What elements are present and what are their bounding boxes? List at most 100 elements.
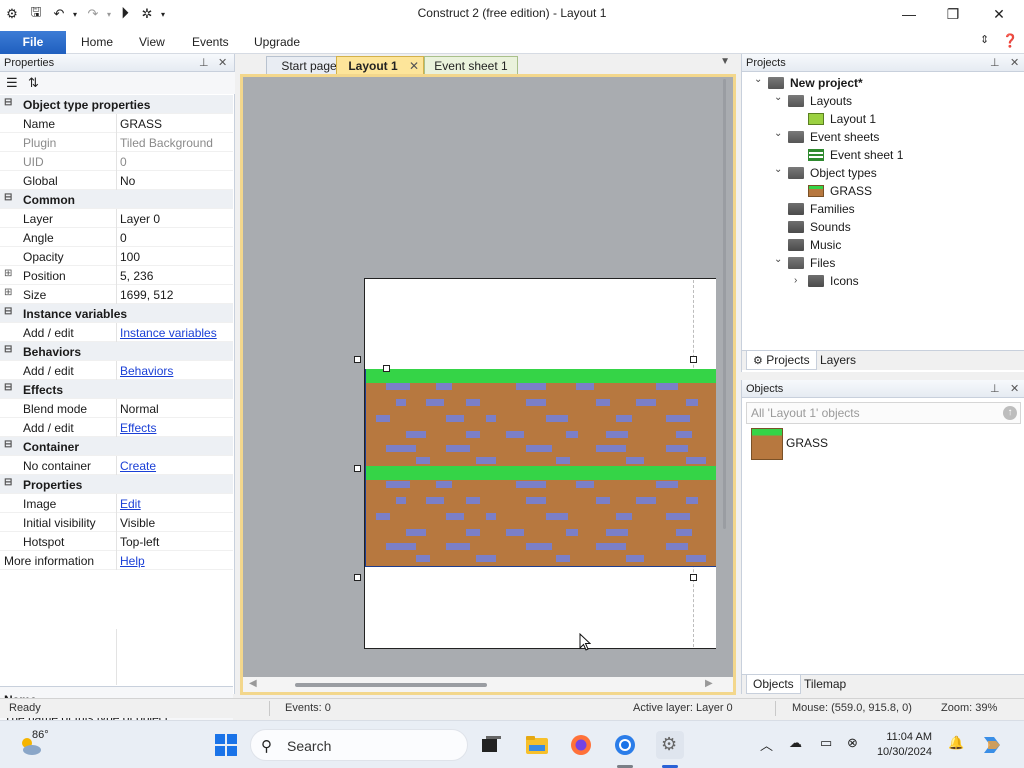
collapse-icon[interactable]: ⊟ xyxy=(4,439,14,450)
property-value[interactable]: Tiled Background xyxy=(120,136,213,150)
resize-handle[interactable] xyxy=(354,356,361,363)
sort-alpha-icon[interactable]: ⇅ xyxy=(28,75,39,91)
property-row[interactable]: Add / edit Effects xyxy=(0,418,233,437)
property-value[interactable]: Visible xyxy=(120,516,155,530)
tabs-dropdown-icon[interactable]: ▼ xyxy=(720,56,730,67)
property-category[interactable]: ⊟ Container xyxy=(0,437,233,456)
property-link[interactable]: Help xyxy=(120,554,145,568)
property-row[interactable]: Name GRASS xyxy=(0,114,233,133)
close-panel-icon[interactable]: ✕ xyxy=(1010,380,1019,398)
close-panel-icon[interactable]: ✕ xyxy=(1010,54,1019,72)
tab-events[interactable]: Events xyxy=(192,31,229,54)
property-row[interactable]: Global No xyxy=(0,171,233,190)
property-category[interactable]: ⊟ Common xyxy=(0,190,233,209)
tree-item[interactable]: Sounds xyxy=(742,218,1023,236)
vertical-scrollbar[interactable] xyxy=(723,79,729,529)
pin-icon[interactable]: ⊥ xyxy=(199,54,209,72)
tree-item[interactable]: Music xyxy=(742,236,1023,254)
property-value[interactable]: 1699, 512 xyxy=(120,288,173,302)
property-link[interactable]: Edit xyxy=(120,497,141,511)
property-category[interactable]: ⊟ Object type properties xyxy=(0,95,233,114)
property-value[interactable]: Layer 0 xyxy=(120,212,160,226)
collapse-icon[interactable]: ⊟ xyxy=(4,306,14,317)
property-value[interactable]: Top-left xyxy=(120,535,159,549)
property-value[interactable]: No xyxy=(120,174,135,188)
minimize-button[interactable]: — xyxy=(886,0,932,28)
show-hidden-icons-chevron-icon[interactable]: ︿ xyxy=(760,735,773,754)
property-row[interactable]: No container Create xyxy=(0,456,233,475)
expand-icon[interactable]: ⊞ xyxy=(4,268,14,279)
notifications-bell-icon[interactable]: 🔔 xyxy=(948,735,964,751)
help-icon[interactable]: ❓ xyxy=(1002,33,1018,49)
property-row[interactable]: ⊞ Size 1699, 512 xyxy=(0,285,233,304)
property-link[interactable]: Effects xyxy=(120,421,156,435)
taskbar-search[interactable]: ⚲ Search xyxy=(250,729,468,761)
categorized-icon[interactable]: ☰ xyxy=(6,75,18,91)
resize-handle[interactable] xyxy=(690,356,697,363)
property-value[interactable]: 5, 236 xyxy=(120,269,153,283)
copilot-icon[interactable] xyxy=(980,733,1004,757)
property-row[interactable]: Add / edit Behaviors xyxy=(0,361,233,380)
expand-arrow-icon[interactable]: › xyxy=(794,272,797,290)
property-value[interactable]: 100 xyxy=(120,250,140,264)
grass-tiled-background[interactable] xyxy=(365,369,716,567)
file-tab[interactable]: File xyxy=(0,31,66,54)
objects-filter-input[interactable]: All 'Layout 1' objects ↑ xyxy=(746,402,1021,424)
pin-icon[interactable]: ⊥ xyxy=(990,54,1000,72)
property-value[interactable]: 0 xyxy=(120,155,127,169)
tree-item[interactable]: Event sheet 1 xyxy=(742,146,1023,164)
tree-item[interactable]: ⌄ Event sheets xyxy=(742,128,1023,146)
tree-item[interactable]: ⌄ New project* xyxy=(742,74,1023,92)
collapse-icon[interactable]: ⊟ xyxy=(4,382,14,393)
property-category[interactable]: ⊟ Effects xyxy=(0,380,233,399)
close-panel-icon[interactable]: ✕ xyxy=(218,54,227,72)
property-category[interactable]: ⊟ Properties xyxy=(0,475,233,494)
property-value[interactable]: 0 xyxy=(120,231,127,245)
scroll-left-icon[interactable]: ◀ xyxy=(249,678,257,689)
weather-widget[interactable]: 86° xyxy=(18,729,58,761)
scroll-thumb[interactable] xyxy=(295,683,487,687)
property-row[interactable]: Layer Layer 0 xyxy=(0,209,233,228)
tree-item[interactable]: Families xyxy=(742,200,1023,218)
layout-canvas[interactable]: ◀ ▶ xyxy=(243,77,733,692)
resize-handle[interactable] xyxy=(354,465,361,472)
scroll-right-icon[interactable]: ▶ xyxy=(705,678,713,689)
windows-start-icon[interactable] xyxy=(214,733,238,757)
expand-icon[interactable]: ⊞ xyxy=(4,287,14,298)
collapse-icon[interactable]: ⊟ xyxy=(4,477,14,488)
network-icon[interactable]: ⊗ xyxy=(847,735,858,751)
property-category[interactable]: ⊟ Instance variables xyxy=(0,304,233,323)
clock[interactable]: 11:04 AM 10/30/2024 xyxy=(868,730,932,760)
property-row[interactable]: ⊞ Position 5, 236 xyxy=(0,266,233,285)
task-view-icon[interactable] xyxy=(479,733,503,757)
maximize-button[interactable]: ❐ xyxy=(930,0,976,28)
tree-item[interactable]: GRASS xyxy=(742,182,1023,200)
property-row[interactable]: UID 0 xyxy=(0,152,233,171)
tab-objects[interactable]: Objects xyxy=(746,675,801,694)
ribbon-collapse-icon[interactable]: ⇕ xyxy=(980,33,989,46)
collapse-arrow-icon[interactable]: ⌄ xyxy=(754,71,762,89)
property-row[interactable]: Plugin Tiled Background xyxy=(0,133,233,152)
construct2-taskbar-button[interactable]: ⚙ xyxy=(656,731,684,759)
property-row[interactable]: Add / edit Instance variables xyxy=(0,323,233,342)
tab-layout-1[interactable]: Layout 1 ✕ xyxy=(336,56,424,74)
resize-handle[interactable] xyxy=(383,365,390,372)
chrome-icon[interactable] xyxy=(613,733,637,757)
horizontal-scrollbar[interactable]: ◀ ▶ xyxy=(243,677,733,692)
property-value[interactable]: GRASS xyxy=(120,117,162,131)
object-item-grass[interactable]: GRASS xyxy=(751,428,831,460)
firefox-icon[interactable] xyxy=(569,733,593,757)
tab-layers[interactable]: Layers xyxy=(814,351,862,370)
tab-upgrade[interactable]: Upgrade xyxy=(254,31,300,54)
tab-projects[interactable]: ⚙ Projects xyxy=(746,351,817,370)
close-tab-icon[interactable]: ✕ xyxy=(409,57,419,75)
resize-handle[interactable] xyxy=(354,574,361,581)
collapse-arrow-icon[interactable]: ⌄ xyxy=(774,125,782,143)
property-row[interactable]: Opacity 100 xyxy=(0,247,233,266)
collapse-arrow-icon[interactable]: ⌄ xyxy=(774,161,782,179)
collapse-icon[interactable]: ⊟ xyxy=(4,192,14,203)
tab-view[interactable]: View xyxy=(139,31,165,54)
property-row[interactable]: Hotspot Top-left xyxy=(0,532,233,551)
close-button[interactable]: ✕ xyxy=(976,0,1022,28)
tree-item[interactable]: › Icons xyxy=(742,272,1023,290)
